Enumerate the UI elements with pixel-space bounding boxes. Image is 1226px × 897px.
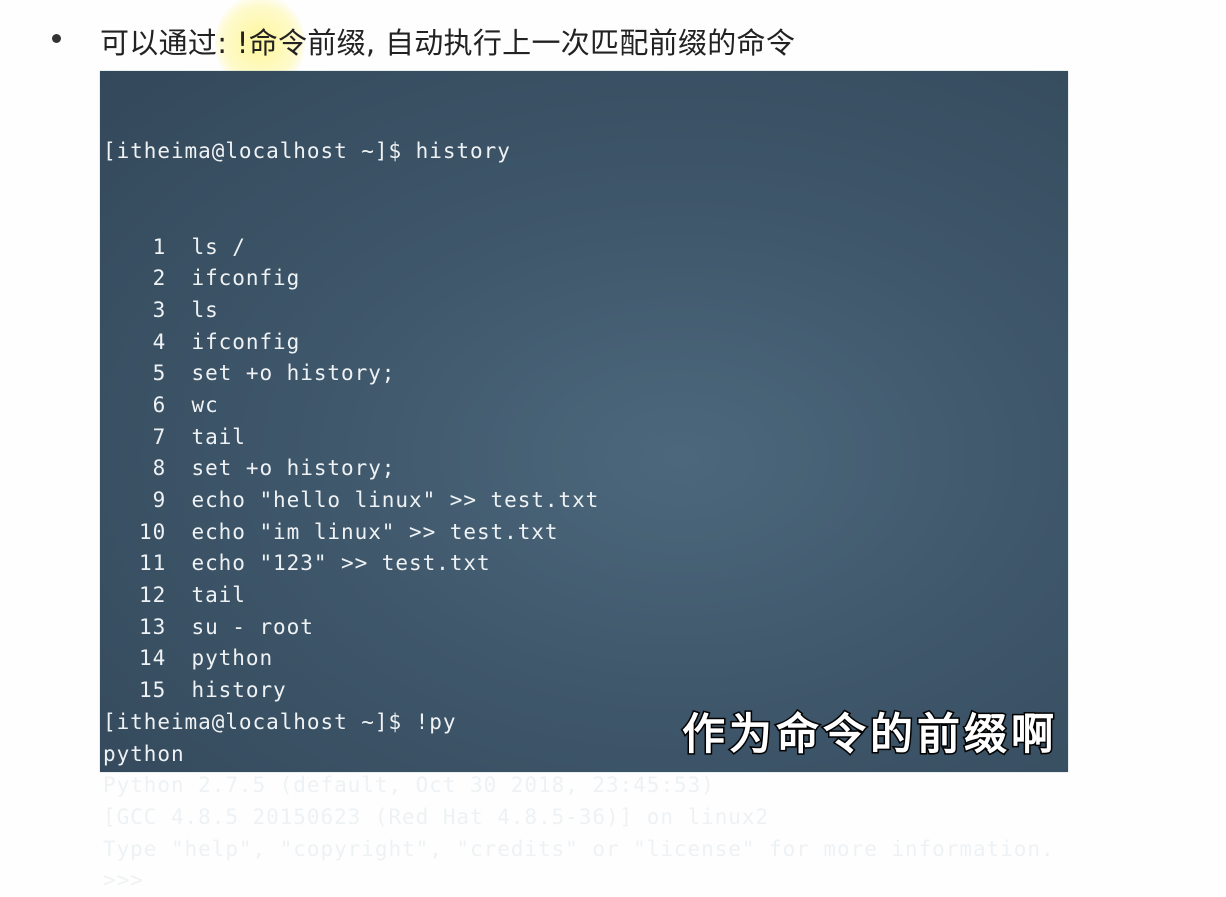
video-subtitle: 作为命令的前缀啊: [681, 709, 1058, 762]
history-command: echo "123" >> test.txt: [191, 551, 491, 576]
history-entry: 12 tail: [103, 580, 1055, 612]
history-number: 10: [139, 519, 167, 544]
history-command: echo "im linux" >> test.txt: [191, 519, 559, 544]
history-entry: 13 su - root: [103, 612, 1055, 644]
history-command: set +o history;: [191, 361, 396, 386]
slide-heading: 可以通过: !命令前缀, 自动执行上一次匹配前缀的命令: [100, 26, 796, 60]
bullet-point-icon: [52, 34, 61, 43]
terminal-window[interactable]: [itheima@localhost ~]$ history 1 ls / 2 ifc…: [100, 71, 1068, 892]
output-line: Type "help", "copyright", "credits" or "…: [103, 836, 1055, 861]
history-entry: 11 echo "123" >> test.txt: [103, 548, 1055, 580]
history-command: ifconfig: [191, 266, 301, 291]
history-number: 9: [152, 488, 167, 512]
history-number: 5: [152, 361, 167, 386]
prompt-line: [itheima@localhost ~]$ history: [103, 139, 511, 164]
output-line: Python 2.7.5 (default, Oct 30 2018, 23:4…: [103, 773, 715, 798]
history-entry: 9 echo "hello linux" >> test.txt: [103, 485, 1055, 517]
history-number: 11: [139, 551, 167, 576]
history-entry: 7 tail: [103, 422, 1055, 454]
history-command: tail: [191, 583, 246, 608]
history-entry: 4 ifconfig: [103, 327, 1055, 359]
history-number: 8: [152, 456, 167, 481]
history-command: history: [191, 678, 287, 703]
history-entry: 14 python: [103, 643, 1055, 675]
history-command: ls: [191, 297, 219, 322]
history-number: 2: [152, 266, 167, 291]
history-command: wc: [191, 392, 219, 417]
history-command: echo "hello linux" >> test.txt: [191, 488, 600, 512]
output-line: [GCC 4.8.5 20150623 (Red Hat 4.8.5-36)] …: [103, 804, 770, 829]
history-number: 13: [139, 614, 167, 639]
history-entry: 3 ls: [103, 295, 1055, 327]
history-number: 6: [152, 392, 167, 417]
history-command: python: [191, 646, 274, 671]
history-number: 4: [152, 329, 167, 354]
history-command: ls /: [191, 234, 246, 259]
history-entry: 10 echo "im linux" >> test.txt: [103, 517, 1055, 549]
history-entry: 1 ls /: [103, 232, 1055, 264]
history-command: set +o history;: [191, 456, 396, 481]
history-command: tail: [191, 424, 246, 449]
history-entry: 5 set +o history;: [103, 358, 1055, 390]
history-number: 15: [139, 678, 167, 703]
history-number: 12: [139, 583, 167, 608]
history-command: ifconfig: [191, 329, 301, 354]
history-command: su - root: [191, 614, 314, 639]
history-entry: 8 set +o history;: [103, 453, 1055, 485]
history-entry: 6 wc: [103, 390, 1055, 422]
terminal-output: [itheima@localhost ~]$ history 1 ls / 2 ifc…: [103, 73, 1055, 897]
history-number: 7: [152, 424, 167, 449]
history-number: 14: [139, 646, 167, 671]
output-line: >>>: [103, 868, 144, 893]
history-number: 3: [152, 297, 167, 322]
history-entry: 2 ifconfig: [103, 263, 1055, 295]
history-number: 1: [152, 234, 167, 259]
